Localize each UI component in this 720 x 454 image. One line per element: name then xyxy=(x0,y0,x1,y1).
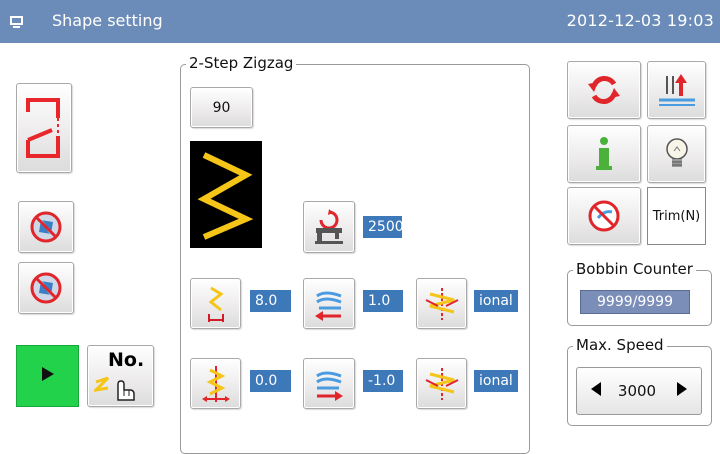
arrow-left-icon xyxy=(590,381,602,401)
play-button[interactable] xyxy=(16,345,79,407)
app-icon xyxy=(9,14,24,33)
stitch-width-button-2[interactable] xyxy=(190,358,241,409)
compensation-button-1[interactable] xyxy=(303,278,355,329)
speed-setting-button[interactable] xyxy=(303,201,355,253)
info-icon xyxy=(594,136,614,172)
speed-decrease-button[interactable] xyxy=(584,380,608,402)
angle-value: 90 xyxy=(212,99,231,116)
no-sewing-icon xyxy=(29,271,63,305)
zigzag-shape-icon xyxy=(22,90,66,166)
mode-button-2[interactable] xyxy=(416,358,467,409)
trim-button[interactable]: Trim(N) xyxy=(647,187,706,245)
stitch-value-2: 0.0 xyxy=(250,370,291,392)
bulb-icon xyxy=(664,137,690,171)
speed-increase-button[interactable] xyxy=(670,380,694,402)
speed-value: 2500 xyxy=(363,216,402,238)
no-sewing-disabled-button[interactable] xyxy=(18,201,74,253)
page-title: Shape setting xyxy=(52,11,163,30)
angle-button[interactable]: 90 xyxy=(190,87,253,128)
mode-value-2: ional xyxy=(474,370,518,392)
stitch-pattern-preview xyxy=(190,141,262,248)
arrow-right-icon xyxy=(676,381,688,401)
info-button[interactable] xyxy=(567,125,641,183)
group-title: 2-Step Zigzag xyxy=(186,54,297,72)
no-wiper-icon xyxy=(586,198,622,234)
sewing-machine-speed-icon xyxy=(311,208,347,246)
mode-value-1: ional xyxy=(474,290,518,312)
mode-button-1[interactable] xyxy=(416,278,467,329)
number-select-button[interactable]: No. xyxy=(87,345,154,407)
bulb-button[interactable] xyxy=(647,125,706,183)
cycle-icon xyxy=(586,74,622,106)
max-speed-value: 3000 xyxy=(617,382,657,400)
zigzag-shape-button[interactable] xyxy=(16,83,72,173)
cross-stitch-icon xyxy=(424,366,460,402)
compensation-value-1: 1.0 xyxy=(363,290,403,312)
cycle-button[interactable] xyxy=(567,61,641,119)
number-select-label: No. xyxy=(108,349,145,371)
bobbin-counter-title: Bobbin Counter xyxy=(573,260,696,278)
no-sewing-button[interactable] xyxy=(18,262,74,314)
title-bar: Shape setting 2012-12-03 19:03 xyxy=(0,0,720,43)
zigzag-length-icon xyxy=(201,284,231,324)
trim-label: Trim(N) xyxy=(652,208,701,224)
play-icon xyxy=(41,366,55,386)
max-speed-title: Max. Speed xyxy=(573,336,667,354)
bobbin-counter-value[interactable]: 9999/9999 xyxy=(580,290,690,314)
needle-up-icon xyxy=(657,72,697,108)
needle-up-button[interactable] xyxy=(647,61,706,119)
stitch-value-1: 8.0 xyxy=(250,290,291,312)
feed-forward-icon xyxy=(311,366,347,402)
compensation-button-2[interactable] xyxy=(303,358,355,409)
no-wiper-button[interactable] xyxy=(567,187,641,245)
datetime-display: 2012-12-03 19:03 xyxy=(566,11,714,30)
no-sewing-disabled-icon xyxy=(29,210,63,244)
number-select-icon xyxy=(94,374,150,404)
cross-stitch-icon xyxy=(424,286,460,322)
compensation-value-2: -1.0 xyxy=(363,370,403,392)
zigzag-width-icon xyxy=(200,364,232,404)
stitch-width-button-1[interactable] xyxy=(190,278,241,329)
feed-reverse-icon xyxy=(311,286,347,322)
